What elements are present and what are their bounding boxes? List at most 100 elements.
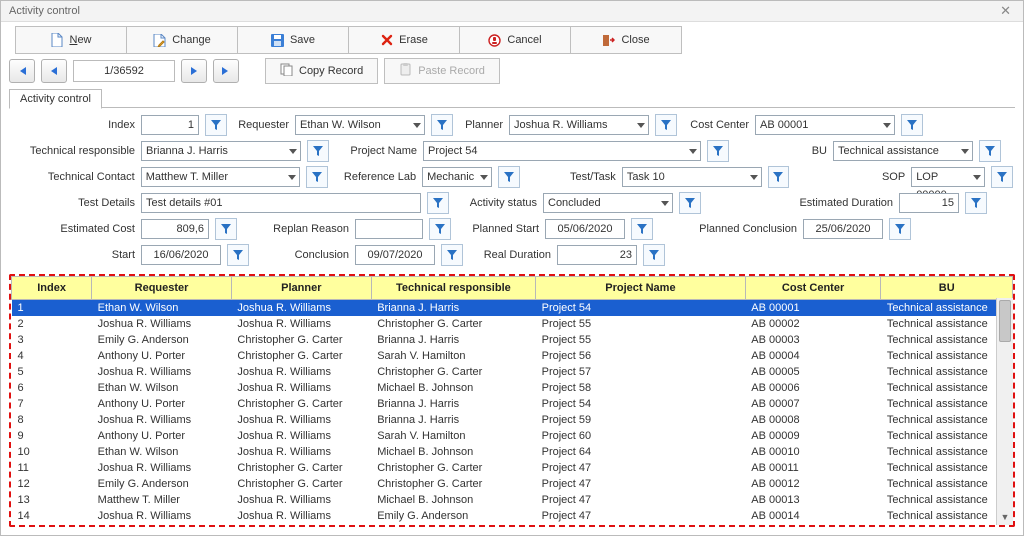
- est-cost-field[interactable]: 809,6: [141, 219, 209, 239]
- project-name-field[interactable]: Project 54: [423, 141, 701, 161]
- grid-header[interactable]: BU: [881, 277, 1013, 300]
- test-details-field[interactable]: Test details #01: [141, 193, 421, 213]
- grid-header[interactable]: Planner: [231, 277, 371, 300]
- planned-conclusion-field[interactable]: 25/06/2020: [803, 219, 883, 239]
- table-row[interactable]: 11Joshua R. WilliamsChristopher G. Carte…: [12, 460, 1013, 476]
- filter-test-details-button[interactable]: [427, 192, 449, 214]
- grid-header[interactable]: Cost Center: [745, 277, 881, 300]
- table-cell: Brianna J. Harris: [371, 396, 535, 412]
- tech-resp-field[interactable]: Brianna J. Harris: [141, 141, 301, 161]
- paste-record-button[interactable]: Paste Record: [384, 58, 500, 84]
- table-cell: AB 00001: [745, 300, 881, 317]
- table-row[interactable]: 15Ethan W. WilsonJoshua R. WilliamsEmily…: [12, 524, 1013, 527]
- record-indicator[interactable]: 1/36592: [73, 60, 175, 82]
- table-row[interactable]: 8Joshua R. WilliamsJoshua R. WilliamsBri…: [12, 412, 1013, 428]
- filter-index-button[interactable]: [205, 114, 227, 136]
- filter-requester-button[interactable]: [431, 114, 453, 136]
- conclusion-field[interactable]: 09/07/2020: [355, 245, 435, 265]
- filter-test-task-button[interactable]: [768, 166, 790, 188]
- filter-project-name-button[interactable]: [707, 140, 729, 162]
- table-row[interactable]: 1Ethan W. WilsonJoshua R. WilliamsBriann…: [12, 300, 1013, 317]
- table-row[interactable]: 14Joshua R. WilliamsJoshua R. WilliamsEm…: [12, 508, 1013, 524]
- filter-real-duration-button[interactable]: [643, 244, 665, 266]
- replan-reason-field[interactable]: [355, 219, 423, 239]
- new-button[interactable]: New: [15, 26, 127, 54]
- filter-tech-resp-button[interactable]: [307, 140, 329, 162]
- tech-contact-field[interactable]: Matthew T. Miller: [141, 167, 301, 187]
- planner-field[interactable]: Joshua R. Williams: [509, 115, 649, 135]
- grid-header[interactable]: Index: [12, 277, 92, 300]
- table-row[interactable]: 5Joshua R. WilliamsJoshua R. WilliamsChr…: [12, 364, 1013, 380]
- index-field[interactable]: 1: [141, 115, 199, 135]
- filter-start-button[interactable]: [227, 244, 249, 266]
- table-cell: Emily G. Anderson: [92, 332, 232, 348]
- door-close-icon: [602, 34, 615, 47]
- filter-conclusion-button[interactable]: [441, 244, 463, 266]
- last-record-button[interactable]: [213, 59, 239, 83]
- filter-activity-status-button[interactable]: [679, 192, 701, 214]
- grid-header[interactable]: Project Name: [536, 277, 746, 300]
- requester-field[interactable]: Ethan W. Wilson: [295, 115, 425, 135]
- activity-status-field[interactable]: Concluded: [543, 193, 673, 213]
- table-row[interactable]: 6Ethan W. WilsonJoshua R. WilliamsMichae…: [12, 380, 1013, 396]
- filter-planned-start-button[interactable]: [631, 218, 653, 240]
- table-row[interactable]: 12Emily G. AndersonChristopher G. Carter…: [12, 476, 1013, 492]
- tab-activity-control[interactable]: Activity control: [9, 89, 102, 109]
- scroll-down-arrow[interactable]: ▼: [997, 509, 1013, 525]
- table-row[interactable]: 9Anthony U. PorterJoshua R. WilliamsSara…: [12, 428, 1013, 444]
- change-button[interactable]: Change: [126, 26, 238, 54]
- filter-cost-center-button[interactable]: [901, 114, 923, 136]
- table-cell: 12: [12, 476, 92, 492]
- sop-field[interactable]: LOP 00000: [911, 167, 985, 187]
- copy-record-button[interactable]: Copy Record: [265, 58, 378, 84]
- grid-header[interactable]: Requester: [92, 277, 232, 300]
- table-cell: Joshua R. Williams: [231, 412, 371, 428]
- bu-label: BU: [735, 145, 827, 157]
- next-record-button[interactable]: [181, 59, 207, 83]
- table-row[interactable]: 10Ethan W. WilsonJoshua R. WilliamsMicha…: [12, 444, 1013, 460]
- close-button[interactable]: Close: [570, 26, 682, 54]
- results-grid[interactable]: IndexRequesterPlannerTechnical responsib…: [11, 276, 1013, 527]
- filter-est-cost-button[interactable]: [215, 218, 237, 240]
- first-record-button[interactable]: [9, 59, 35, 83]
- est-duration-field[interactable]: 15: [899, 193, 959, 213]
- test-task-field[interactable]: Task 10: [622, 167, 762, 187]
- table-cell: Christopher G. Carter: [231, 332, 371, 348]
- table-cell: 1: [12, 300, 92, 317]
- filter-ref-lab-button[interactable]: [498, 166, 520, 188]
- real-duration-field[interactable]: 23: [557, 245, 637, 265]
- filter-bu-button[interactable]: [979, 140, 1001, 162]
- table-row[interactable]: 13Matthew T. MillerJoshua R. WilliamsMic…: [12, 492, 1013, 508]
- table-row[interactable]: 7Anthony U. PorterChristopher G. CarterB…: [12, 396, 1013, 412]
- ref-lab-field[interactable]: Mechanic: [422, 167, 492, 187]
- filter-replan-reason-button[interactable]: [429, 218, 451, 240]
- start-field[interactable]: 16/06/2020: [141, 245, 221, 265]
- grid-header[interactable]: Technical responsible: [371, 277, 535, 300]
- table-cell: Technical assistance: [881, 316, 1013, 332]
- table-cell: Joshua R. Williams: [92, 412, 232, 428]
- close-icon[interactable]: ✕: [996, 1, 1015, 21]
- table-cell: Michael B. Johnson: [371, 444, 535, 460]
- filter-planner-button[interactable]: [655, 114, 677, 136]
- scrollbar-thumb[interactable]: [999, 300, 1011, 342]
- filter-planned-conclusion-button[interactable]: [889, 218, 911, 240]
- cost-center-field[interactable]: AB 00001: [755, 115, 895, 135]
- filter-sop-button[interactable]: [991, 166, 1013, 188]
- filter-est-duration-button[interactable]: [965, 192, 987, 214]
- erase-button[interactable]: Erase: [348, 26, 460, 54]
- table-row[interactable]: 2Joshua R. WilliamsJoshua R. WilliamsChr…: [12, 316, 1013, 332]
- filter-tech-contact-button[interactable]: [306, 166, 328, 188]
- table-cell: AB 00010: [745, 444, 881, 460]
- table-row[interactable]: 4Anthony U. PorterChristopher G. CarterS…: [12, 348, 1013, 364]
- bu-field[interactable]: Technical assistance: [833, 141, 973, 161]
- grid-scrollbar[interactable]: ▼: [996, 298, 1013, 525]
- table-cell: Joshua R. Williams: [231, 428, 371, 444]
- table-cell: Technical assistance: [881, 300, 1013, 317]
- table-cell: 3: [12, 332, 92, 348]
- planned-start-field[interactable]: 05/06/2020: [545, 219, 625, 239]
- table-cell: Emily G. Anderson: [371, 524, 535, 527]
- cancel-button[interactable]: Cancel: [459, 26, 571, 54]
- table-row[interactable]: 3Emily G. AndersonChristopher G. CarterB…: [12, 332, 1013, 348]
- prev-record-button[interactable]: [41, 59, 67, 83]
- save-button[interactable]: Save: [237, 26, 349, 54]
